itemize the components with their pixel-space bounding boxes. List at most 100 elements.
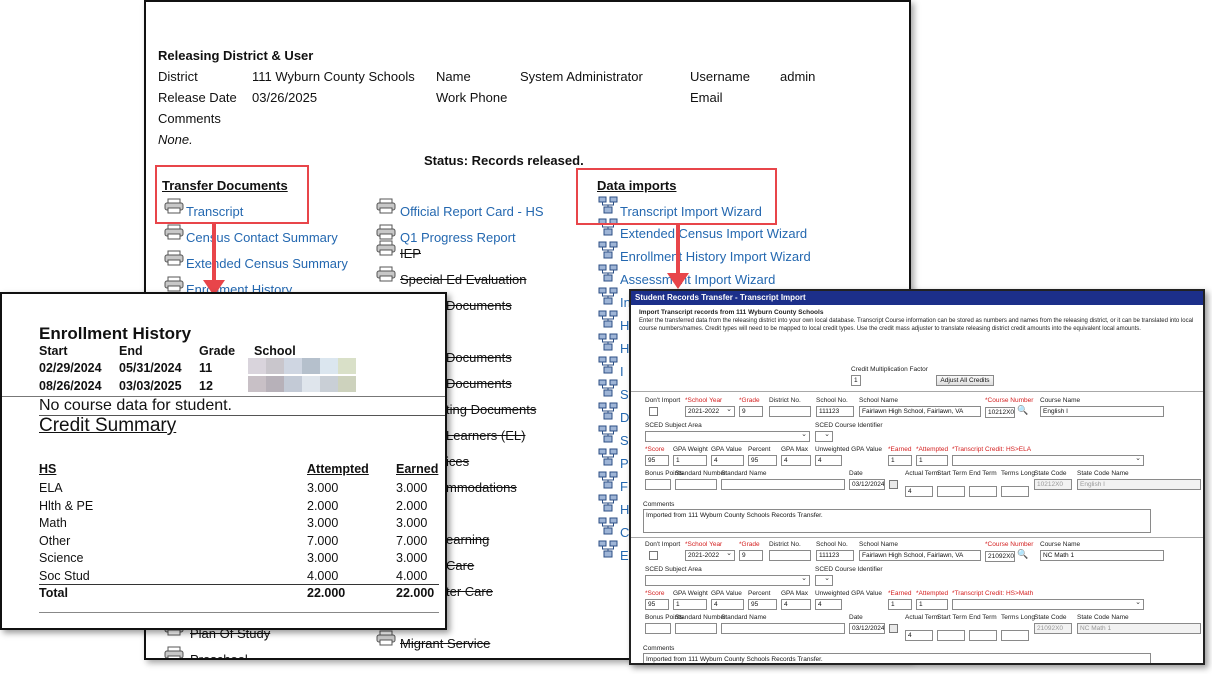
dont-import-checkbox[interactable] (649, 551, 658, 560)
school-name-input[interactable]: Fairlawn High School, Fairlawn, VA (859, 550, 981, 561)
unweighted-gpa-input[interactable]: 4 (815, 455, 842, 466)
sced-course-select[interactable] (815, 575, 833, 586)
grade-input[interactable]: 9 (739, 550, 763, 561)
transcript-credit-select[interactable] (952, 455, 1144, 466)
percent-input[interactable]: 95 (748, 599, 777, 610)
middle-document-item[interactable]: Documents (446, 376, 512, 392)
adjust-all-credits-button[interactable]: Adjust All Credits (936, 375, 994, 386)
standard-name-input[interactable] (721, 623, 845, 634)
comments-textarea[interactable]: Imported from 111 Wyburn County Schools … (643, 653, 1151, 663)
grade-input[interactable]: 9 (739, 406, 763, 417)
dont-import-checkbox[interactable] (649, 407, 658, 416)
search-icon[interactable]: 🔍 (1017, 549, 1028, 560)
middle-document-item[interactable]: Care (446, 558, 474, 574)
credit-factor-input[interactable]: 1 (851, 375, 861, 386)
state-code-name-input[interactable]: NC Math 1 (1077, 623, 1201, 634)
data-import-link[interactable]: Enrollment History Import Wizard (620, 249, 811, 265)
bonus-points-input[interactable] (645, 623, 671, 634)
terms-long-input[interactable] (1001, 630, 1029, 641)
gpa-weight-input[interactable]: 1 (673, 599, 707, 610)
calendar-icon[interactable] (889, 480, 898, 489)
search-icon[interactable]: 🔍 (1017, 405, 1028, 416)
middle-document-item[interactable]: mmodations (446, 480, 517, 496)
score-input[interactable]: 95 (645, 599, 669, 610)
earned-input[interactable]: 1 (888, 599, 912, 610)
attempted-input[interactable]: 1 (916, 599, 948, 610)
transfer-document-link[interactable]: Extended Census Summary (186, 256, 348, 272)
calendar-icon[interactable] (889, 624, 898, 633)
sced-course-select[interactable] (815, 431, 833, 442)
school-name-input[interactable]: Fairlawn High School, Fairlawn, VA (859, 406, 981, 417)
unweighted-gpa-input[interactable]: 4 (815, 599, 842, 610)
middle-document-item[interactable]: ices (446, 454, 469, 470)
terms-long-input[interactable] (1001, 486, 1029, 497)
middle-document-item[interactable]: Documents (446, 298, 512, 314)
transfer-document-link[interactable]: Census Contact Summary (186, 230, 338, 246)
wizard-title-bar: Student Records Transfer - Transcript Im… (631, 291, 1203, 305)
district-no-input[interactable] (769, 406, 811, 417)
state-code-input[interactable]: 10212X0 (1034, 479, 1072, 490)
standard-number-input[interactable] (675, 479, 717, 490)
gpa-max-input[interactable]: 4 (781, 599, 811, 610)
percent-input[interactable]: 95 (748, 455, 777, 466)
data-import-link[interactable]: H (620, 341, 629, 357)
middle-document-item[interactable]: Documents (446, 350, 512, 366)
gpa-max-input[interactable]: 4 (781, 455, 811, 466)
school-year-select[interactable]: 2021-2022 (685, 406, 735, 417)
credit-total-divider (39, 584, 439, 585)
data-import-link[interactable]: D (620, 410, 629, 426)
gpa-value-input[interactable]: 4 (711, 455, 744, 466)
course-number-input[interactable]: 10212X0 (985, 407, 1015, 418)
score-input[interactable]: 95 (645, 455, 669, 466)
data-import-link[interactable]: Assessment Import Wizard (620, 272, 775, 288)
middle-document-item[interactable]: Migrant Service (400, 636, 490, 652)
data-import-link[interactable]: C (620, 525, 629, 541)
sced-subject-select[interactable] (645, 431, 810, 442)
end-term-input[interactable] (969, 486, 997, 497)
data-import-link[interactable]: S (620, 387, 629, 403)
data-import-link[interactable]: Extended Census Import Wizard (620, 226, 807, 242)
data-import-link[interactable]: H (620, 502, 629, 518)
actual-term-input[interactable]: 4 (905, 486, 933, 497)
middle-document-item[interactable]: IEP (400, 246, 421, 262)
course-name-input[interactable]: English I (1040, 406, 1164, 417)
middle-document-item[interactable]: earning (446, 532, 489, 548)
standard-number-input[interactable] (675, 623, 717, 634)
date-input[interactable]: 03/12/2024 (849, 623, 885, 634)
middle-document-item[interactable]: Special Ed Evaluation (400, 272, 526, 288)
middle-document-item[interactable]: ter Care (446, 584, 493, 600)
course-name-input[interactable]: NC Math 1 (1040, 550, 1164, 561)
transfer-document-link[interactable]: Preschool (190, 652, 248, 658)
attempted-input[interactable]: 1 (916, 455, 948, 466)
end-term-input[interactable] (969, 630, 997, 641)
data-import-link[interactable]: I (620, 364, 624, 380)
data-import-link[interactable]: H (620, 318, 629, 334)
transcript-credit-select[interactable] (952, 599, 1144, 610)
date-input[interactable]: 03/12/2024 (849, 479, 885, 490)
data-import-link[interactable]: F (620, 479, 628, 495)
state-code-name-input[interactable]: English I (1077, 479, 1201, 490)
data-import-link[interactable]: E (620, 548, 629, 564)
course-number-input[interactable]: 21092X0 (985, 551, 1015, 562)
school-year-select[interactable]: 2021-2022 (685, 550, 735, 561)
state-code-input[interactable]: 21092X0 (1034, 623, 1072, 634)
middle-document-item[interactable]: Q1 Progress Report (400, 230, 516, 246)
district-no-input[interactable] (769, 550, 811, 561)
middle-document-item[interactable]: ting Documents (446, 402, 536, 418)
gpa-value-input[interactable]: 4 (711, 599, 744, 610)
bonus-points-input[interactable] (645, 479, 671, 490)
start-term-input[interactable] (937, 486, 965, 497)
earned-input[interactable]: 1 (888, 455, 912, 466)
standard-name-input[interactable] (721, 479, 845, 490)
school-no-input[interactable]: 111123 (816, 406, 854, 417)
actual-term-input[interactable]: 4 (905, 630, 933, 641)
middle-document-item[interactable]: Learners (EL) (446, 428, 525, 444)
data-import-link[interactable]: S (620, 433, 629, 449)
middle-document-item[interactable]: Official Report Card - HS (400, 204, 544, 220)
sced-subject-select[interactable] (645, 575, 810, 586)
school-no-input[interactable]: 111123 (816, 550, 854, 561)
comments-textarea[interactable]: Imported from 111 Wyburn County Schools … (643, 509, 1151, 533)
gpa-weight-input[interactable]: 1 (673, 455, 707, 466)
start-term-input[interactable] (937, 630, 965, 641)
data-import-link[interactable]: P (620, 456, 629, 472)
